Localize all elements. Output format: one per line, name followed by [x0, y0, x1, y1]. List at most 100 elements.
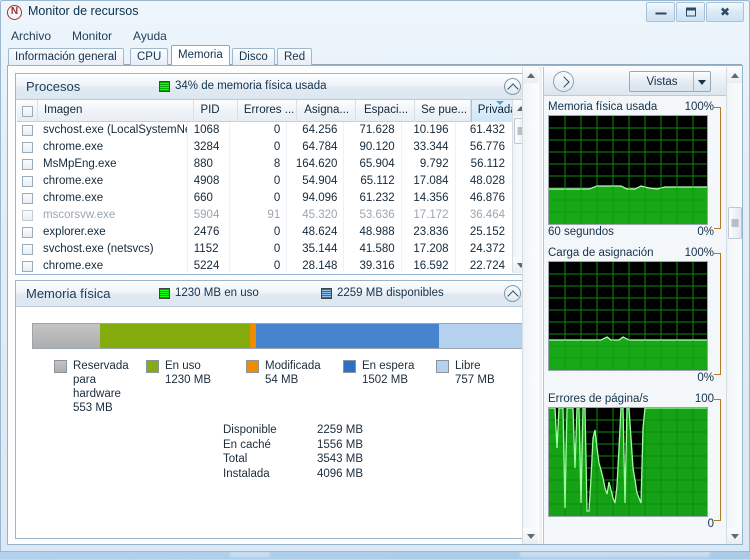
cell-espacio: 48.988: [344, 224, 402, 241]
cell-errores: 0: [230, 190, 288, 207]
summary-row-total: Total 3543 MB: [223, 452, 363, 467]
col-pid[interactable]: PID: [194, 100, 238, 122]
row-checkbox[interactable]: [21, 261, 33, 272]
right-pane-scrollbar[interactable]: [726, 67, 742, 544]
cell-pid: 880: [188, 156, 230, 173]
table-row[interactable]: chrome.exe 660 0 94.096 61.232 14.356 46…: [17, 190, 511, 207]
memoria-disponible-status: 2259 MB disponibles: [321, 287, 444, 299]
row-checkbox[interactable]: [21, 193, 33, 204]
col-se-puede[interactable]: Se pue...: [415, 100, 471, 122]
back-icon[interactable]: [553, 71, 574, 92]
graph3-title: Errores de página/s: [548, 393, 649, 405]
row-checkbox-cell[interactable]: [17, 122, 37, 139]
cell-imagen: chrome.exe: [37, 190, 188, 207]
vistas-dropdown-button[interactable]: Vistas: [629, 71, 711, 92]
cell-imagen: chrome.exe: [37, 173, 188, 190]
row-checkbox-cell[interactable]: [17, 156, 37, 173]
tab-red[interactable]: Red: [277, 48, 313, 65]
cell-se-puede: 33.344: [402, 139, 456, 156]
cell-asignada: 48.624: [287, 224, 345, 241]
menu-ayuda[interactable]: Ayuda: [130, 28, 170, 44]
table-row[interactable]: MsMpEng.exe 880 8 164.620 65.904 9.792 5…: [17, 156, 511, 173]
memoria-collapse-chevron-up-icon[interactable]: [504, 285, 521, 302]
table-row[interactable]: svchost.exe (LocalSystemNet... 1068 0 64…: [17, 122, 511, 139]
minimize-button[interactable]: [646, 2, 675, 22]
cell-asignada: 164.620: [287, 156, 345, 173]
col-imagen[interactable]: Imagen: [38, 100, 195, 122]
cell-errores: 91: [230, 207, 288, 224]
summary-value-en-cache: 1556 MB: [316, 438, 363, 451]
table-row[interactable]: mscorsvw.exe 5904 91 45.320 53.636 17.17…: [17, 207, 511, 224]
cell-errores: 8: [230, 156, 288, 173]
tab-informacion-general[interactable]: Información general: [8, 48, 124, 65]
graph1-time-label: 60 segundos: [548, 226, 614, 238]
legend-swatch-in-use-icon: [146, 360, 159, 373]
row-checkbox-cell[interactable]: [17, 173, 37, 190]
tab-cpu[interactable]: CPU: [130, 48, 169, 65]
client-area: Procesos 34% de memoria física usada Ima…: [7, 65, 743, 545]
cell-pid: 1068: [188, 122, 230, 139]
table-row[interactable]: svchost.exe (netsvcs) 1152 0 35.144 41.5…: [17, 241, 511, 258]
chevron-down-icon[interactable]: [693, 72, 710, 91]
col-errores[interactable]: Errores ...: [238, 100, 297, 122]
memory-usage-bar: [32, 323, 531, 349]
row-checkbox-cell[interactable]: [17, 139, 37, 156]
select-all-cell[interactable]: [17, 100, 38, 122]
menu-bar: Archivo Monitor Ayuda: [8, 27, 742, 45]
cell-privada: 56.776: [469, 141, 505, 153]
procesos-collapse-chevron-up-icon[interactable]: [504, 78, 521, 95]
row-checkbox[interactable]: [21, 125, 33, 136]
memoria-en-uso-text: 1230 MB en uso: [175, 287, 259, 299]
legend-swatch-modified-icon: [246, 360, 259, 373]
table-row[interactable]: chrome.exe 5224 0 28.148 39.316 16.592 2…: [17, 258, 511, 273]
col-asignada[interactable]: Asigna...: [297, 100, 357, 122]
row-checkbox[interactable]: [21, 227, 33, 238]
pane-splitter[interactable]: [539, 67, 542, 544]
table-row[interactable]: explorer.exe 2476 0 48.624 48.988 23.836…: [17, 224, 511, 241]
row-checkbox-cell[interactable]: [17, 207, 37, 224]
cell-asignada: 54.904: [287, 173, 345, 190]
table-row[interactable]: chrome.exe 3284 0 64.784 90.120 33.344 5…: [17, 139, 511, 156]
cell-pid: 5904: [188, 207, 230, 224]
table-row[interactable]: chrome.exe 4908 0 54.904 65.112 17.084 4…: [17, 173, 511, 190]
close-button[interactable]: ✖: [706, 2, 744, 22]
title-bar[interactable]: N Monitor de recursos ✖: [0, 0, 750, 26]
right-scroll-thumb[interactable]: [728, 207, 742, 239]
right-scroll-down-arrow-icon[interactable]: [727, 528, 742, 544]
menu-monitor[interactable]: Monitor: [69, 28, 115, 44]
cell-espacio: 90.120: [344, 139, 402, 156]
cell-se-puede: 16.592: [402, 258, 456, 273]
cell-privada: 24.372: [469, 243, 505, 255]
cell-privada: 46.876: [469, 192, 505, 204]
tab-disco[interactable]: Disco: [232, 48, 275, 65]
row-checkbox-cell[interactable]: [17, 224, 37, 241]
row-checkbox[interactable]: [21, 142, 33, 153]
cell-pid: 1152: [188, 241, 230, 258]
cell-pid: 5224: [188, 258, 230, 273]
summary-key-total: Total: [223, 453, 248, 465]
row-checkbox[interactable]: [21, 244, 33, 255]
graph2-min-label: 0%: [697, 372, 714, 384]
left-scroll-up-arrow-icon[interactable]: [523, 67, 538, 83]
select-all-checkbox[interactable]: [21, 105, 33, 117]
tab-memoria[interactable]: Memoria: [171, 45, 230, 65]
row-checkbox-cell[interactable]: [17, 190, 37, 207]
row-checkbox-cell[interactable]: [17, 258, 37, 273]
cell-errores: 0: [230, 173, 288, 190]
row-checkbox[interactable]: [21, 176, 33, 187]
right-scroll-up-arrow-icon[interactable]: [727, 67, 742, 83]
col-espacio[interactable]: Espaci...: [356, 100, 416, 122]
maximize-button[interactable]: [676, 2, 705, 22]
left-pane-scrollbar[interactable]: [522, 67, 538, 544]
row-checkbox[interactable]: [21, 210, 33, 221]
resource-monitor-icon: N: [7, 5, 22, 20]
menu-archivo[interactable]: Archivo: [8, 28, 54, 44]
cell-imagen: MsMpEng.exe: [37, 156, 188, 173]
graph-errores-de-pagina: Errores de página/s 100 0: [548, 392, 724, 532]
cell-se-puede: 14.356: [402, 190, 456, 207]
left-scroll-down-arrow-icon[interactable]: [523, 528, 538, 544]
cell-se-puede: 17.084: [402, 173, 456, 190]
summary-row-instalada: Instalada 4096 MB: [223, 467, 363, 482]
row-checkbox[interactable]: [21, 159, 33, 170]
row-checkbox-cell[interactable]: [17, 241, 37, 258]
